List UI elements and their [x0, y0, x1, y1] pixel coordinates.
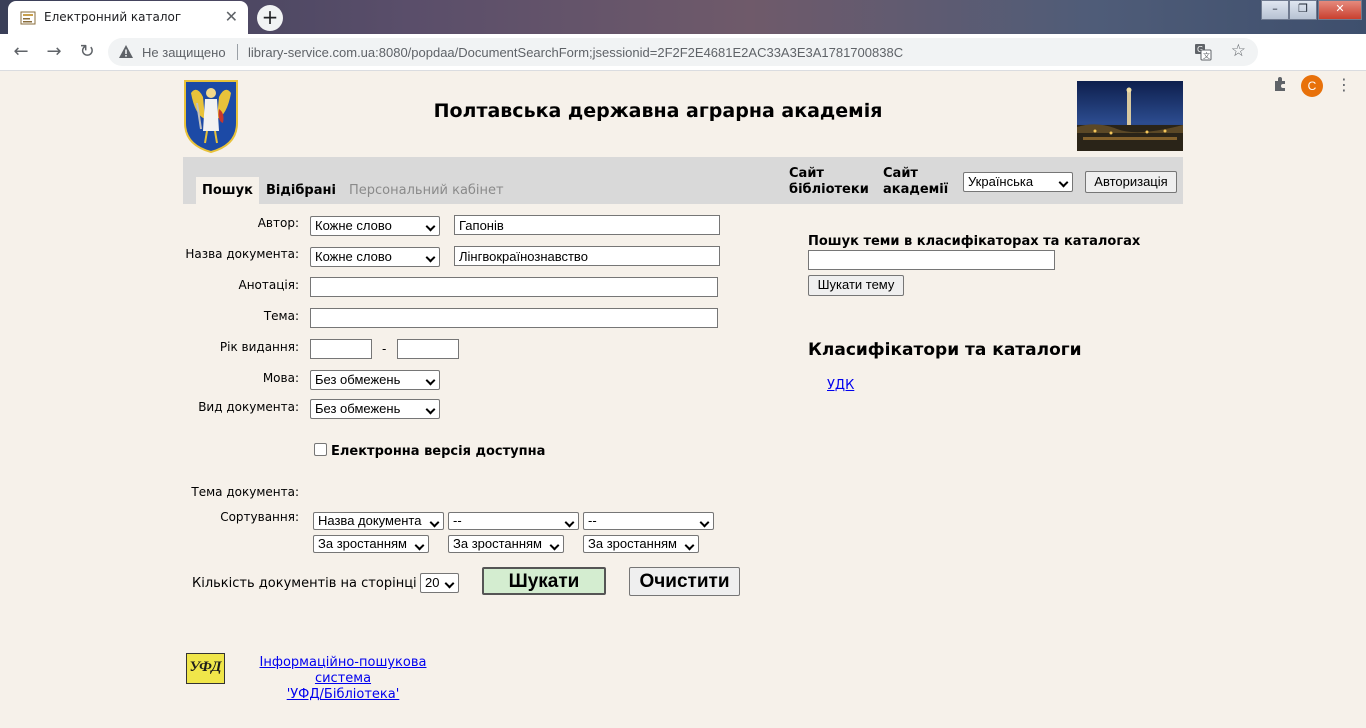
- omnibox-divider: [237, 44, 238, 60]
- profile-avatar[interactable]: C: [1301, 75, 1323, 97]
- year-from-input[interactable]: [310, 339, 372, 359]
- warning-icon: [119, 45, 133, 58]
- title-label: Назва документа:: [185, 247, 299, 261]
- library-site-line1: Сайт: [789, 166, 824, 181]
- not-secure-label[interactable]: Не защищено: [142, 45, 226, 60]
- per-page-select[interactable]: 20: [420, 573, 459, 593]
- language-select[interactable]: Українська: [963, 172, 1073, 192]
- sort-order-1-select[interactable]: За зростанням: [313, 535, 429, 553]
- clear-button[interactable]: Очистити: [629, 567, 740, 596]
- url-text[interactable]: library-service.com.ua:8080/popdaa/Docum…: [248, 45, 903, 60]
- maximize-window-icon[interactable]: ❐: [1289, 0, 1317, 20]
- electronic-version-label: Електронна версія доступна: [331, 444, 546, 459]
- topic-search-heading: Пошук теми в класифікаторах та каталогах: [808, 234, 1141, 249]
- tab-personal-cabinet: Персональний кабінет: [349, 183, 504, 198]
- new-tab-icon[interactable]: +: [257, 5, 283, 31]
- browser-tab[interactable]: Електронний каталог ✕: [8, 1, 248, 34]
- sort-field-3-select[interactable]: --: [583, 512, 714, 530]
- close-tab-icon[interactable]: ✕: [225, 8, 238, 26]
- omnibox[interactable]: Не защищено library-service.com.ua:8080/…: [108, 38, 1258, 66]
- academy-site-line2: академії: [883, 182, 949, 197]
- topic-search-input[interactable]: [808, 250, 1055, 270]
- kyiv-coat-of-arms-icon: [184, 80, 238, 154]
- reload-icon[interactable]: ↻: [75, 40, 99, 64]
- svg-text:文: 文: [1203, 51, 1210, 60]
- catalog-favicon-icon: [20, 11, 36, 25]
- topic-search-button[interactable]: Шукати тему: [808, 275, 904, 296]
- address-bar: ← → ↻ Не защищено library-service.com.ua…: [0, 34, 1366, 97]
- library-site-line2: бібліотеки: [789, 182, 869, 197]
- electronic-version-checkbox[interactable]: [314, 443, 327, 456]
- author-mode-select[interactable]: Кожне слово: [310, 216, 440, 236]
- bookmark-star-icon[interactable]: ☆: [1231, 41, 1246, 61]
- udc-link[interactable]: УДК: [827, 378, 854, 393]
- author-label: Автор:: [257, 216, 299, 230]
- ufd-logo: УФД: [186, 653, 225, 684]
- library-site-link[interactable]: Сайт бібліотеки: [789, 166, 869, 198]
- year-label: Рік видання:: [219, 340, 299, 354]
- doctype-select[interactable]: Без обмежень: [310, 399, 440, 419]
- system-info-link[interactable]: Інформаційно-пошукова система 'УФД/Біблі…: [230, 655, 456, 703]
- annotation-label: Анотація:: [238, 278, 299, 292]
- browser-tab-strip: Електронний каталог ✕ + – ❐ ✕: [0, 0, 1366, 34]
- translate-icon[interactable]: G 文: [1194, 43, 1212, 61]
- browser-menu-icon[interactable]: ⋮: [1334, 75, 1354, 95]
- sort-field-2-select[interactable]: --: [448, 512, 579, 530]
- title-input[interactable]: Лінгвокраїнознавство: [454, 246, 720, 266]
- language-filter-select[interactable]: Без обмежень: [310, 370, 440, 390]
- year-to-input[interactable]: [397, 339, 459, 359]
- subject-label: Тема:: [263, 309, 299, 323]
- classifiers-heading: Класифікатори та каталоги: [808, 340, 1082, 360]
- tab-selected[interactable]: Відібрані: [260, 177, 342, 204]
- per-page-label: Кількість документів на сторінці: [192, 576, 417, 591]
- doc-subject-label: Тема документа:: [191, 485, 299, 499]
- minimize-window-icon[interactable]: –: [1261, 0, 1289, 20]
- system-info-line1: Інформаційно-пошукова система: [259, 655, 427, 686]
- academy-site-line1: Сайт: [883, 166, 918, 181]
- sort-field-1-select[interactable]: Назва документа: [313, 512, 444, 530]
- sort-order-3-select[interactable]: За зростанням: [583, 535, 699, 553]
- author-input[interactable]: Гапонів: [454, 215, 720, 235]
- forward-arrow-icon[interactable]: →: [42, 40, 66, 64]
- sort-label: Сортування:: [220, 510, 299, 524]
- annotation-input[interactable]: [310, 277, 718, 297]
- page-title: Полтавська державна аграрна академія: [433, 100, 883, 122]
- academy-site-link[interactable]: Сайт академії: [883, 166, 948, 198]
- back-arrow-icon[interactable]: ←: [9, 40, 33, 64]
- language-label: Мова:: [262, 371, 299, 385]
- close-window-icon[interactable]: ✕: [1318, 0, 1362, 20]
- tab-search[interactable]: Пошук: [196, 177, 259, 204]
- title-mode-select[interactable]: Кожне слово: [310, 247, 440, 267]
- system-info-line2: 'УФД/Бібліотека': [286, 687, 400, 702]
- subject-input[interactable]: [310, 308, 718, 328]
- doctype-label: Вид документа:: [198, 400, 299, 414]
- sort-order-2-select[interactable]: За зростанням: [448, 535, 564, 553]
- search-button[interactable]: Шукати: [482, 567, 606, 595]
- city-night-photo: [1077, 81, 1183, 151]
- auth-button[interactable]: Авторизація: [1085, 171, 1177, 193]
- browser-tab-title: Електронний каталог: [44, 10, 182, 24]
- year-dash: -: [382, 342, 387, 356]
- extensions-puzzle-icon[interactable]: [1271, 75, 1291, 95]
